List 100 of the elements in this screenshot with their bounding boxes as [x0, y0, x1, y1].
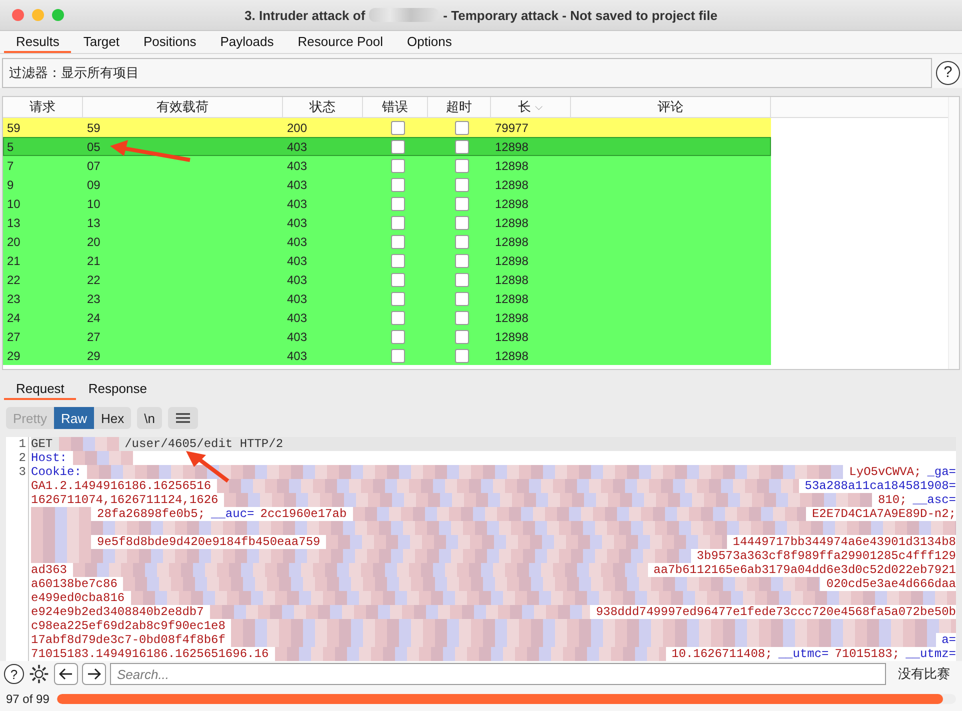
- checkbox[interactable]: [390, 158, 404, 172]
- table-row[interactable]: 5 05 403 12898: [3, 137, 771, 156]
- table-cell: 13: [87, 216, 100, 230]
- window-title: - Temporary attack - Not saved to project file: [443, 8, 718, 22]
- scrollbar[interactable]: [948, 97, 959, 369]
- tab[interactable]: Options: [395, 31, 464, 53]
- code-text: __auc=: [211, 507, 254, 521]
- tab[interactable]: Response: [76, 378, 159, 400]
- table-cell: 59: [87, 120, 100, 134]
- checkbox[interactable]: [454, 158, 468, 172]
- table-row[interactable]: 23 23 403 12898: [3, 289, 771, 308]
- tab[interactable]: Request: [4, 378, 76, 400]
- tab[interactable]: Target: [71, 31, 132, 53]
- table-row[interactable]: 20 20 403 12898: [3, 232, 771, 251]
- checkbox[interactable]: [454, 272, 468, 286]
- checkbox[interactable]: [454, 292, 468, 306]
- checkbox[interactable]: [454, 216, 468, 230]
- table-row[interactable]: 27 27 403 12898: [3, 327, 771, 346]
- checkbox[interactable]: [390, 348, 404, 362]
- checkbox[interactable]: [390, 254, 404, 268]
- code-text: 53a288a11ca184581908=: [804, 479, 956, 493]
- table-row[interactable]: 22 22 403 12898: [3, 270, 771, 289]
- table-cell: 24: [7, 310, 20, 324]
- table-cell: 12898: [495, 158, 528, 172]
- table-cell: 12898: [495, 196, 528, 210]
- table-cell: 403: [287, 254, 308, 268]
- checkbox[interactable]: [454, 140, 468, 154]
- table-row[interactable]: 10 10 403 12898: [3, 194, 771, 213]
- column-header[interactable]: 错误: [382, 98, 408, 116]
- checkbox[interactable]: [390, 196, 404, 210]
- back-button[interactable]: [54, 663, 78, 685]
- newline-button[interactable]: \n: [137, 407, 162, 429]
- zoom-button[interactable]: [52, 9, 64, 21]
- table-row[interactable]: 59 59 200 79977: [3, 118, 771, 137]
- checkbox[interactable]: [454, 310, 468, 324]
- search-field[interactable]: Search...: [110, 663, 886, 685]
- table-cell: 10: [7, 196, 20, 210]
- forward-button[interactable]: [82, 663, 106, 685]
- checkbox[interactable]: [390, 292, 404, 306]
- checkbox[interactable]: [454, 234, 468, 248]
- table-cell: 403: [287, 196, 308, 210]
- checkbox[interactable]: [390, 234, 404, 248]
- checkbox[interactable]: [390, 120, 404, 134]
- table-row[interactable]: 24 24 403 12898: [3, 308, 771, 327]
- table-row[interactable]: 21 21 403 12898: [3, 251, 771, 270]
- table-row[interactable]: 7 07 403 12898: [3, 156, 771, 175]
- table-cell: 12898: [495, 330, 528, 344]
- code-text: LyO5vCWVA;: [849, 465, 922, 479]
- tab[interactable]: Positions: [132, 31, 208, 53]
- checkbox[interactable]: [390, 272, 404, 286]
- table-cell: 12898: [495, 310, 528, 324]
- column-header[interactable]: 状态: [310, 98, 336, 116]
- help-button[interactable]: ?: [936, 61, 960, 85]
- code-text: 938ddd749997ed96477e1fede73ccc720e4568fa5a072be50b: [596, 605, 956, 619]
- table-cell: 12898: [495, 234, 528, 248]
- code-text: 17abf8d79de3c7-0bd08f4f8b6f: [31, 633, 226, 647]
- table-cell: 403: [287, 140, 308, 154]
- code-text: 14449717bb344974a6e43901d3134b8: [732, 535, 956, 549]
- checkbox[interactable]: [390, 216, 404, 230]
- table-cell: 27: [87, 330, 100, 344]
- menu-button[interactable]: [168, 407, 198, 429]
- checkbox[interactable]: [390, 310, 404, 324]
- table-row[interactable]: 9 09 403 12898: [3, 175, 771, 194]
- checkbox[interactable]: [454, 348, 468, 362]
- table-row[interactable]: 29 29 403 12898: [3, 346, 771, 365]
- filter-field[interactable]: 过滤器：显示所有项目: [2, 58, 932, 88]
- table-cell: 7: [7, 158, 14, 172]
- code-text: 020cd5e3ae4d666daa: [826, 577, 956, 591]
- checkbox[interactable]: [390, 178, 404, 192]
- column-header[interactable]: 评论: [658, 98, 684, 116]
- table-row[interactable]: 13 13 403 12898: [3, 213, 771, 232]
- close-button[interactable]: [12, 9, 24, 21]
- table-cell: 27: [7, 330, 20, 344]
- view-button[interactable]: Hex: [94, 407, 132, 429]
- checkbox[interactable]: [454, 196, 468, 210]
- checkbox[interactable]: [454, 254, 468, 268]
- column-header[interactable]: 请求: [30, 98, 56, 116]
- code-text: GET: [31, 437, 53, 451]
- checkbox[interactable]: [454, 330, 468, 344]
- table-cell: 24: [87, 310, 100, 324]
- table-cell: 21: [87, 254, 100, 268]
- checkbox[interactable]: [454, 178, 468, 192]
- tab[interactable]: Payloads: [208, 31, 286, 53]
- checkbox[interactable]: [390, 140, 404, 154]
- table-cell: 9: [7, 178, 14, 192]
- checkbox[interactable]: [390, 330, 404, 344]
- help-button[interactable]: ?: [4, 664, 24, 684]
- table-cell: 79977: [495, 120, 528, 134]
- view-button[interactable]: Raw: [54, 407, 94, 429]
- column-header[interactable]: 超时: [446, 98, 472, 116]
- code-text: c98ea225ef69d2ab8c9f90ec1e8: [31, 619, 226, 633]
- column-header[interactable]: 长: [518, 98, 531, 116]
- checkbox[interactable]: [454, 120, 468, 134]
- table-cell: 403: [287, 178, 308, 192]
- tab[interactable]: Resource Pool: [286, 31, 396, 53]
- line-number: 2: [18, 451, 26, 465]
- annotation-arrow: [184, 451, 230, 481]
- code-text: 28fa26898fe0b5;: [97, 507, 206, 521]
- column-header[interactable]: 有效载荷: [156, 98, 208, 116]
- table-cell: 403: [287, 330, 308, 344]
